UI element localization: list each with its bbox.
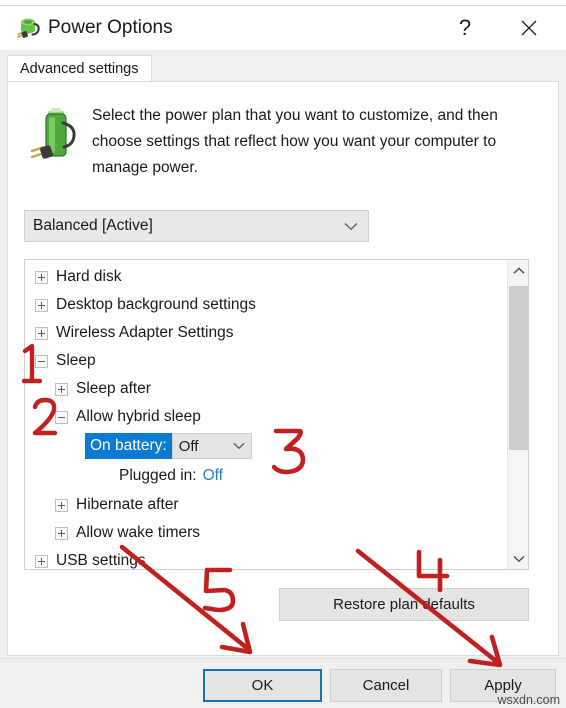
- close-icon: [521, 20, 537, 36]
- tab-label: Advanced settings: [20, 61, 139, 77]
- ok-button[interactable]: OK: [203, 669, 322, 702]
- expander-minus-icon[interactable]: [55, 410, 68, 424]
- on-battery-setting-row[interactable]: On battery: Off: [25, 431, 506, 461]
- restore-plan-defaults-label: Restore plan defaults: [333, 596, 475, 613]
- tree-rows-container: Hard disk Desktop background settings Wi…: [25, 260, 506, 569]
- battery-plug-icon: [30, 105, 82, 167]
- watermark: wsxdn.com: [497, 693, 560, 707]
- tree-scrollbar[interactable]: [507, 260, 528, 569]
- tree-row-allow-wake-timers[interactable]: Allow wake timers: [25, 519, 506, 547]
- tree-row-label: Hibernate after: [76, 496, 179, 513]
- title-bar: Power Options ?: [0, 6, 566, 50]
- tree-row-usb-settings[interactable]: USB settings: [25, 547, 506, 569]
- tree-row-label: Sleep after: [76, 380, 151, 397]
- tree-row-label: Desktop background settings: [56, 296, 256, 313]
- scroll-down-button[interactable]: [508, 548, 528, 569]
- expander-plus-icon[interactable]: [35, 554, 48, 568]
- plugged-in-label: Plugged in:: [119, 467, 197, 484]
- cancel-button-label: Cancel: [362, 677, 410, 694]
- tree-row-sleep[interactable]: Sleep: [25, 347, 506, 375]
- description-text: Select the power plan that you want to c…: [92, 107, 498, 176]
- tab-advanced-settings[interactable]: Advanced settings: [7, 55, 152, 82]
- power-plan-select[interactable]: Balanced [Active]: [24, 210, 369, 242]
- plugged-in-setting-row[interactable]: Plugged in: Off: [25, 461, 506, 491]
- chevron-down-icon: [227, 442, 251, 450]
- scrollbar-thumb[interactable]: [509, 286, 528, 450]
- window-title: Power Options: [48, 17, 173, 38]
- chevron-down-icon: [513, 555, 524, 562]
- tree-row-label: USB settings: [56, 552, 146, 569]
- power-plan-value: Balanced [Active]: [33, 217, 153, 234]
- tree-row-label: Wireless Adapter Settings: [56, 324, 234, 341]
- expander-minus-icon[interactable]: [35, 354, 48, 368]
- help-button[interactable]: ?: [442, 10, 488, 46]
- close-button[interactable]: [506, 10, 552, 46]
- chevron-down-icon: [334, 222, 368, 231]
- tree-row-label: Hard disk: [56, 268, 122, 285]
- on-battery-value: Off: [178, 437, 199, 455]
- cancel-button[interactable]: Cancel: [330, 669, 442, 702]
- expander-plus-icon[interactable]: [35, 326, 48, 340]
- ok-button-label: OK: [251, 677, 274, 694]
- on-battery-select[interactable]: Off: [171, 433, 252, 459]
- plugged-in-value[interactable]: Off: [203, 467, 223, 485]
- dialog-button-bar: OK Cancel Apply wsxdn.com: [0, 658, 566, 708]
- help-icon: ?: [458, 15, 472, 40]
- advanced-settings-tree[interactable]: Hard disk Desktop background settings Wi…: [24, 259, 529, 570]
- dialog-client-area: Advanced settings Select the power plan …: [0, 50, 566, 658]
- tree-row-label: Sleep: [56, 352, 96, 369]
- expander-plus-icon[interactable]: [55, 526, 68, 540]
- tree-row-wireless-adapter-settings[interactable]: Wireless Adapter Settings: [25, 319, 506, 347]
- power-plan-icon: [14, 14, 42, 42]
- tree-row-label: Allow wake timers: [76, 524, 201, 541]
- scroll-up-button[interactable]: [508, 260, 528, 281]
- expander-plus-icon[interactable]: [55, 382, 68, 396]
- on-battery-label: On battery:: [85, 433, 172, 459]
- apply-button-label: Apply: [484, 677, 522, 694]
- tree-row-label: Allow hybrid sleep: [76, 408, 201, 425]
- tab-strip: Advanced settings: [7, 55, 559, 82]
- expander-plus-icon[interactable]: [35, 298, 48, 312]
- expander-plus-icon[interactable]: [35, 270, 48, 284]
- tree-row-hard-disk[interactable]: Hard disk: [25, 263, 506, 291]
- tree-row-desktop-background-settings[interactable]: Desktop background settings: [25, 291, 506, 319]
- expander-plus-icon[interactable]: [55, 498, 68, 512]
- tree-row-hibernate-after[interactable]: Hibernate after: [25, 491, 506, 519]
- power-options-window: Power Options ? Advanced settings Select…: [0, 0, 566, 708]
- tree-row-allow-hybrid-sleep[interactable]: Allow hybrid sleep: [25, 403, 506, 431]
- chevron-up-icon: [513, 266, 524, 274]
- tree-row-sleep-after[interactable]: Sleep after: [25, 375, 506, 403]
- restore-plan-defaults-button[interactable]: Restore plan defaults: [279, 588, 529, 621]
